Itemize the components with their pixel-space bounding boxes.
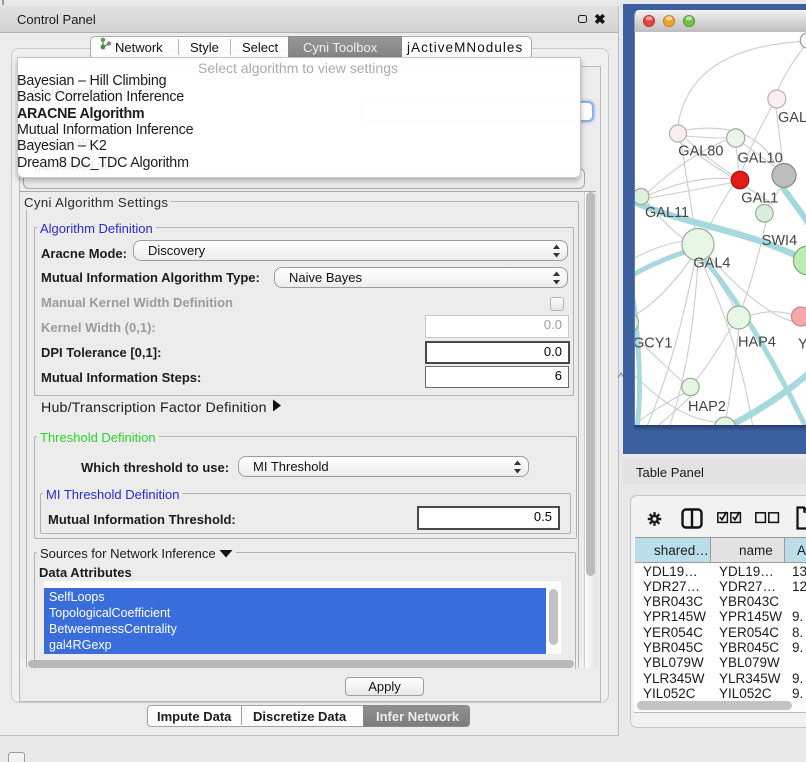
svg-text:GAL80: GAL80 [678, 143, 723, 159]
svg-text:SWI4: SWI4 [762, 233, 797, 249]
svg-text:HAP2: HAP2 [688, 399, 726, 415]
svg-text:GCY1: GCY1 [635, 335, 673, 351]
svg-text:GAL2: GAL2 [778, 110, 806, 126]
svg-text:Y: Y [798, 336, 806, 352]
svg-text:GAL1: GAL1 [741, 190, 778, 206]
svg-text:HAP4: HAP4 [738, 334, 776, 350]
svg-text:GAL10: GAL10 [738, 150, 783, 166]
svg-text:GAL4: GAL4 [693, 255, 730, 271]
svg-text:GAL11: GAL11 [645, 205, 689, 221]
